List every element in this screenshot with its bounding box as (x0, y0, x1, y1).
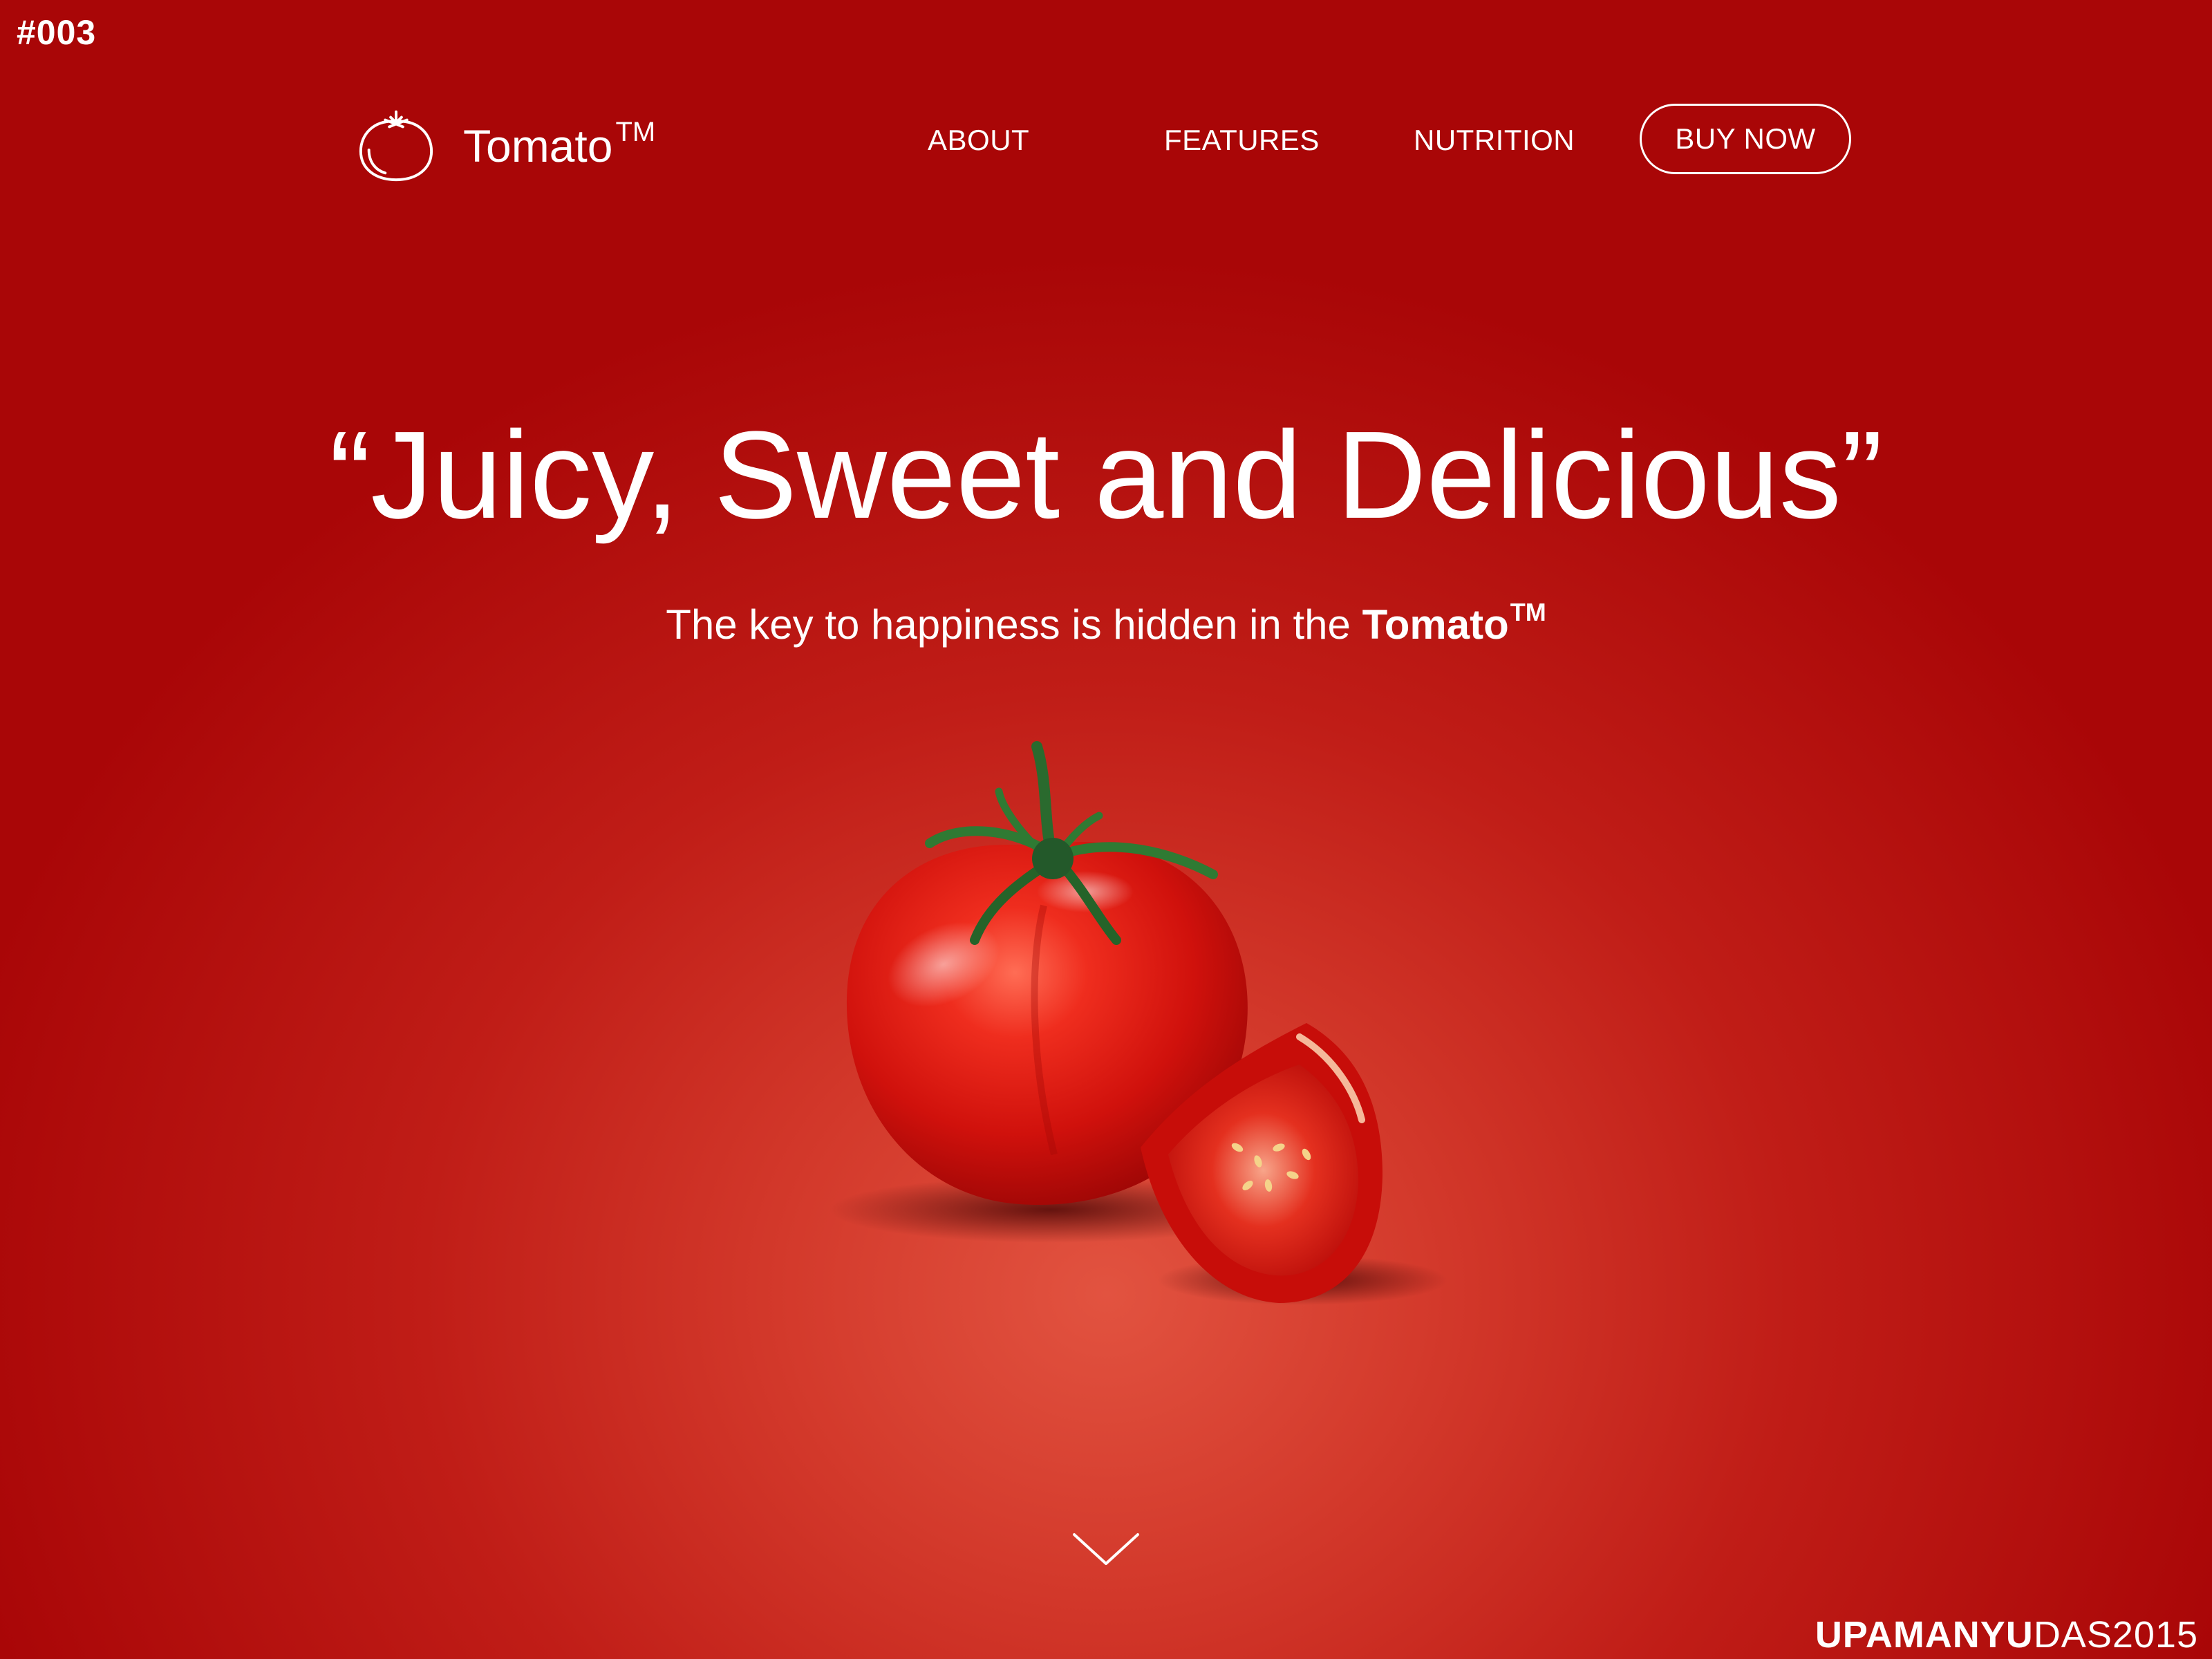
subtitle-brand: TomatoTM (1362, 598, 1546, 648)
chevron-down-icon[interactable] (1070, 1529, 1142, 1571)
hero-headline: “Juicy, Sweet and Delicious” (329, 406, 1883, 545)
brand-logo-link[interactable]: Tomato TM (355, 102, 655, 184)
brand-name: Tomato TM (463, 116, 656, 171)
nav-nutrition[interactable]: NUTRITION (1414, 126, 1575, 155)
buy-now-button[interactable]: BUY NOW (1640, 104, 1851, 174)
brand-trademark: TM (615, 116, 656, 147)
hero-subtitle: The key to happiness is hidden in the To… (0, 600, 2212, 646)
credit-first-name: UPAMANYU (1815, 1614, 2034, 1656)
nav-about[interactable]: ABOUT (928, 126, 1029, 155)
designer-credit: UPAMANYUDAS2015 (1815, 1616, 2198, 1653)
subtitle-text: The key to happiness is hidden in the (666, 601, 1351, 648)
nav-features[interactable]: FEATURES (1164, 126, 1320, 155)
shot-number: #003 (17, 13, 97, 52)
tomato-outline-icon (359, 110, 433, 182)
credit-year: 2015 (2112, 1614, 2198, 1656)
stem-center (1032, 838, 1074, 879)
tomato-hero-image (830, 741, 1448, 1305)
subtitle-trademark: TM (1510, 598, 1546, 626)
credit-last-name: DAS (2033, 1614, 2112, 1656)
